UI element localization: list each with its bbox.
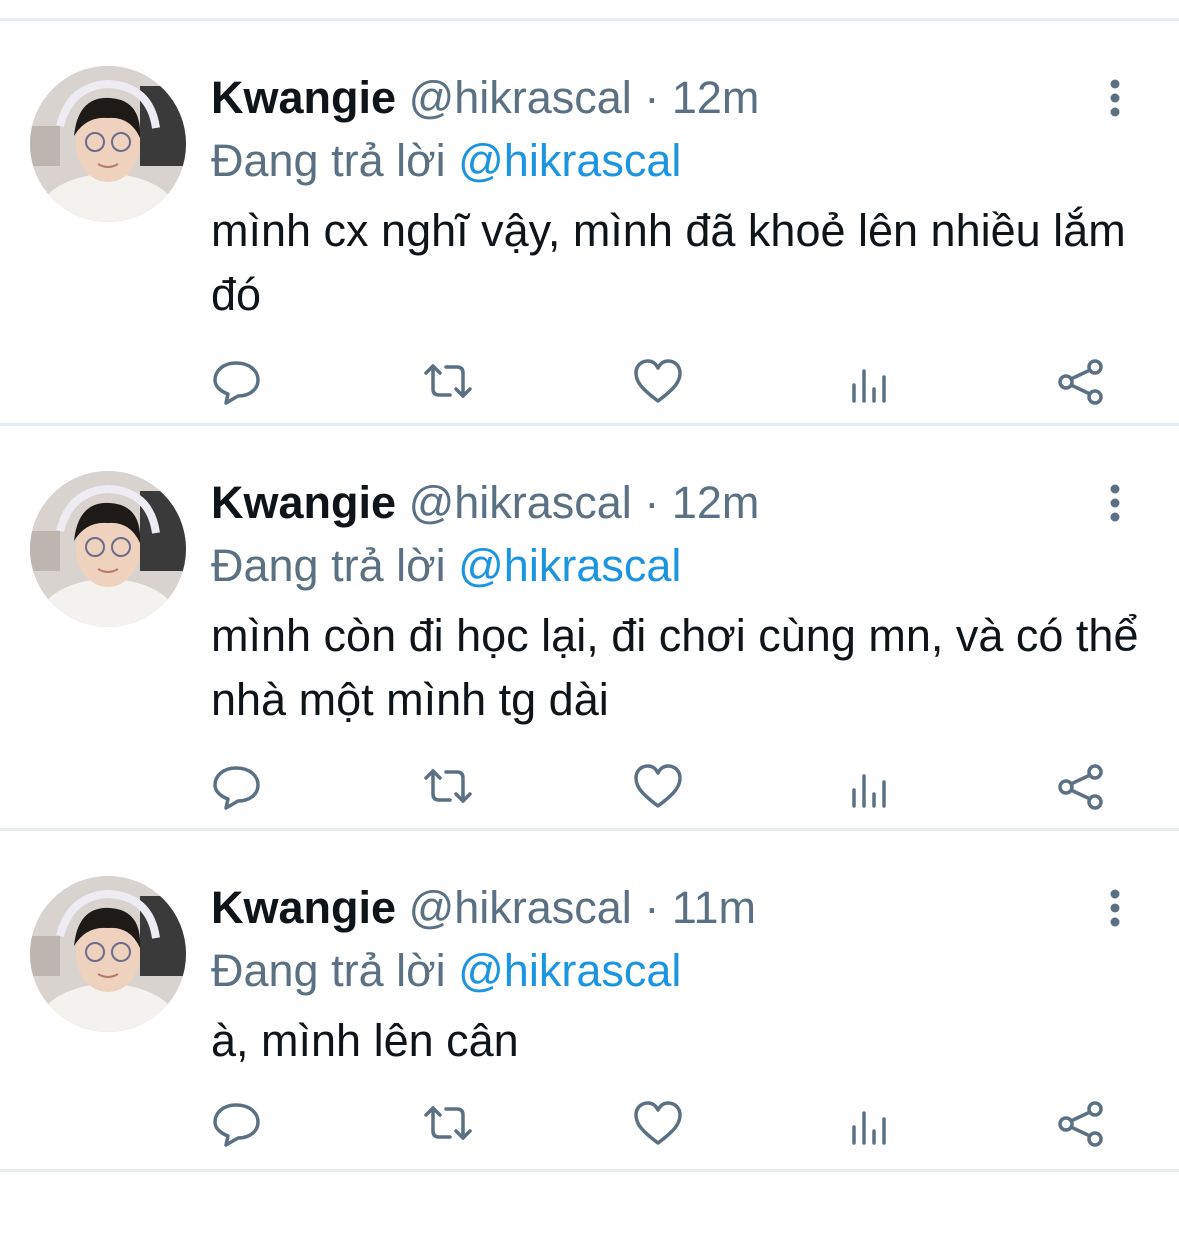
more-vertical-icon[interactable] [1095,886,1135,930]
analytics-icon[interactable] [840,756,900,816]
analytics-icon[interactable] [840,351,900,411]
display-name[interactable]: Kwangie [211,477,396,528]
like-icon[interactable] [628,351,688,411]
reply-context: Đang trả lời @hikrascal [211,539,681,593]
analytics-icon[interactable] [840,1093,900,1153]
tweet[interactable]: Kwangie @hikrascal · 12m Đang trả lời @h… [0,426,1179,830]
more-vertical-icon[interactable] [1095,481,1135,525]
handle[interactable]: @hikrascal [409,477,632,528]
retweet-icon[interactable] [418,1093,478,1153]
reply-mention[interactable]: @hikrascal [458,540,681,591]
avatar[interactable] [30,471,186,627]
reply-mention[interactable]: @hikrascal [458,135,681,186]
reply-prefix: Đang trả lời [211,540,446,591]
tweet[interactable]: Kwangie @hikrascal · 11m Đang trả lời @h… [0,831,1179,1235]
share-icon[interactable] [1052,756,1112,816]
tweet-text: à, mình lên cân [211,1015,519,1066]
tweet-header: Kwangie @hikrascal · 12m [211,476,759,530]
separator: · [644,477,660,528]
reply-prefix: Đang trả lời [211,135,446,186]
avatar[interactable] [30,876,186,1032]
timestamp[interactable]: 12m [672,477,760,528]
tweet[interactable]: Kwangie @hikrascal · 12m Đang trả lời @h… [0,21,1179,425]
display-name[interactable]: Kwangie [211,72,396,123]
share-icon[interactable] [1052,1093,1112,1153]
tweet-feed: Kwangie @hikrascal · 12m Đang trả lời @h… [0,0,1179,1172]
reply-context: Đang trả lời @hikrascal [211,944,681,998]
handle[interactable]: @hikrascal [409,72,632,123]
handle[interactable]: @hikrascal [409,882,632,933]
tweet-text: mình còn đi học lại, đi chơi cùng mn, và… [211,610,1139,725]
separator: · [644,882,660,933]
tweet-text: mình cx nghĩ vậy, mình đã khoẻ lên nhiều… [211,205,1126,320]
retweet-icon[interactable] [418,351,478,411]
reply-mention[interactable]: @hikrascal [458,945,681,996]
tweet-header: Kwangie @hikrascal · 12m [211,71,759,125]
like-icon[interactable] [628,1093,688,1153]
more-vertical-icon[interactable] [1095,76,1135,120]
timestamp[interactable]: 12m [672,72,760,123]
separator: · [644,72,660,123]
retweet-icon[interactable] [418,756,478,816]
timestamp[interactable]: 11m [672,882,756,933]
tweet-actions [0,756,1179,816]
reply-icon[interactable] [206,1093,266,1153]
reply-context: Đang trả lời @hikrascal [211,134,681,188]
like-icon[interactable] [628,756,688,816]
avatar[interactable] [30,66,186,222]
reply-icon[interactable] [206,756,266,816]
tweet-actions [0,351,1179,411]
reply-icon[interactable] [206,351,266,411]
display-name[interactable]: Kwangie [211,882,396,933]
share-icon[interactable] [1052,351,1112,411]
reply-prefix: Đang trả lời [211,945,446,996]
tweet-header: Kwangie @hikrascal · 11m [211,881,756,935]
tweet-actions [0,1093,1179,1153]
